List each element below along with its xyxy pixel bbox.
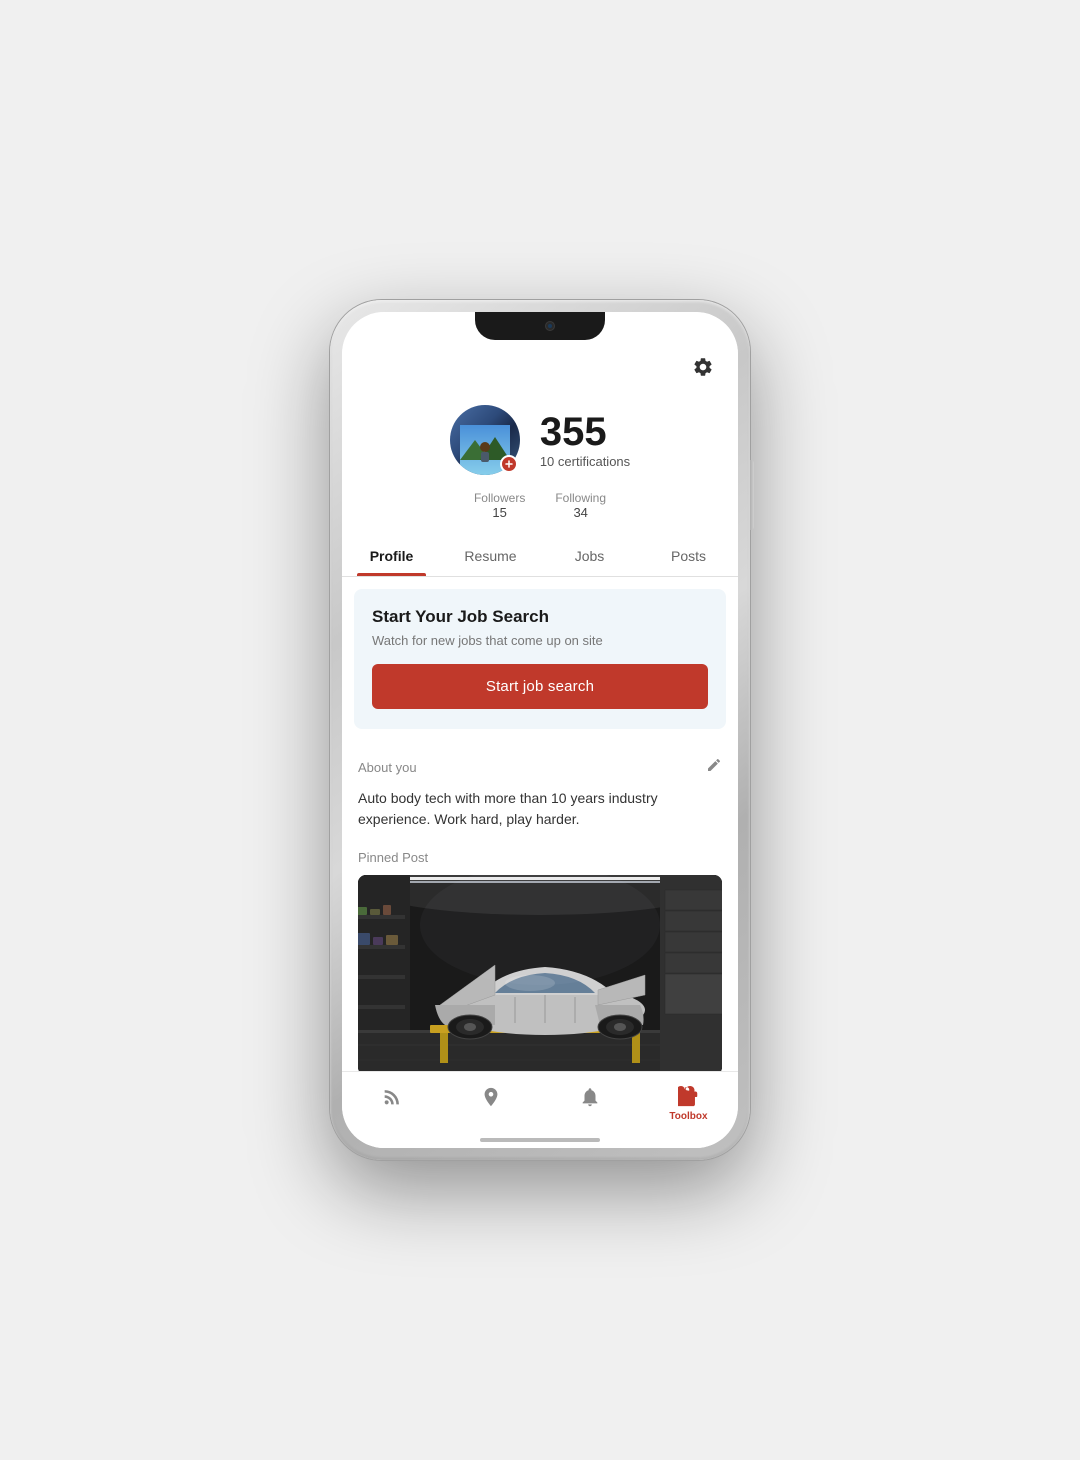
nav-explore[interactable] (441, 1080, 540, 1128)
tab-posts[interactable]: Posts (639, 536, 738, 576)
camera-lens (545, 321, 555, 331)
followers-count: 15 (492, 505, 506, 520)
about-section: About you Auto body tech with more than … (342, 741, 738, 842)
tabs-container: Profile Resume Jobs Posts (342, 536, 738, 577)
avatar-container (450, 405, 520, 475)
tab-profile[interactable]: Profile (342, 536, 441, 576)
nav-toolbox[interactable]: Toolbox (639, 1080, 738, 1128)
job-search-subtitle: Watch for new jobs that come up on site (372, 633, 708, 648)
job-search-card: Start Your Job Search Watch for new jobs… (354, 589, 726, 729)
edit-about-button[interactable] (706, 757, 722, 778)
about-header: About you (358, 757, 722, 778)
profile-header: 355 10 certifications Followers 15 Follo… (342, 395, 738, 536)
followers-group: Followers 15 (474, 491, 525, 520)
pinned-section: Pinned Post (342, 842, 738, 1083)
followers-following-row: Followers 15 Following 34 (474, 491, 606, 520)
followers-label: Followers (474, 491, 525, 505)
settings-button[interactable] (688, 352, 718, 385)
phone-mockup: 355 10 certifications Followers 15 Follo… (330, 300, 750, 1160)
notch (475, 312, 605, 340)
home-indicator (480, 1138, 600, 1142)
phone-frame: 355 10 certifications Followers 15 Follo… (330, 300, 750, 1160)
toolbox-label: Toolbox (669, 1111, 707, 1122)
stats-container: 355 10 certifications (540, 412, 630, 469)
following-label: Following (555, 491, 606, 505)
following-count: 34 (573, 505, 587, 520)
avatar-stats-row: 355 10 certifications (450, 405, 630, 475)
pinned-post-image (358, 875, 722, 1075)
bottom-nav: Toolbox (342, 1071, 738, 1148)
phone-screen: 355 10 certifications Followers 15 Follo… (342, 312, 738, 1148)
pinned-post-title: Pinned Post (358, 850, 722, 865)
following-group: Following 34 (555, 491, 606, 520)
notification-badge (500, 455, 518, 473)
about-text: Auto body tech with more than 10 years i… (358, 788, 722, 830)
phone-screen-container: 355 10 certifications Followers 15 Follo… (342, 312, 738, 1148)
job-search-title: Start Your Job Search (372, 607, 708, 627)
start-job-search-button[interactable]: Start job search (372, 664, 708, 709)
score-number: 355 (540, 412, 630, 452)
about-title: About you (358, 760, 417, 775)
nav-feed[interactable] (342, 1080, 441, 1128)
nav-notifications[interactable] (540, 1080, 639, 1128)
tab-resume[interactable]: Resume (441, 536, 540, 576)
tab-jobs[interactable]: Jobs (540, 536, 639, 576)
certifications-label: 10 certifications (540, 454, 630, 469)
